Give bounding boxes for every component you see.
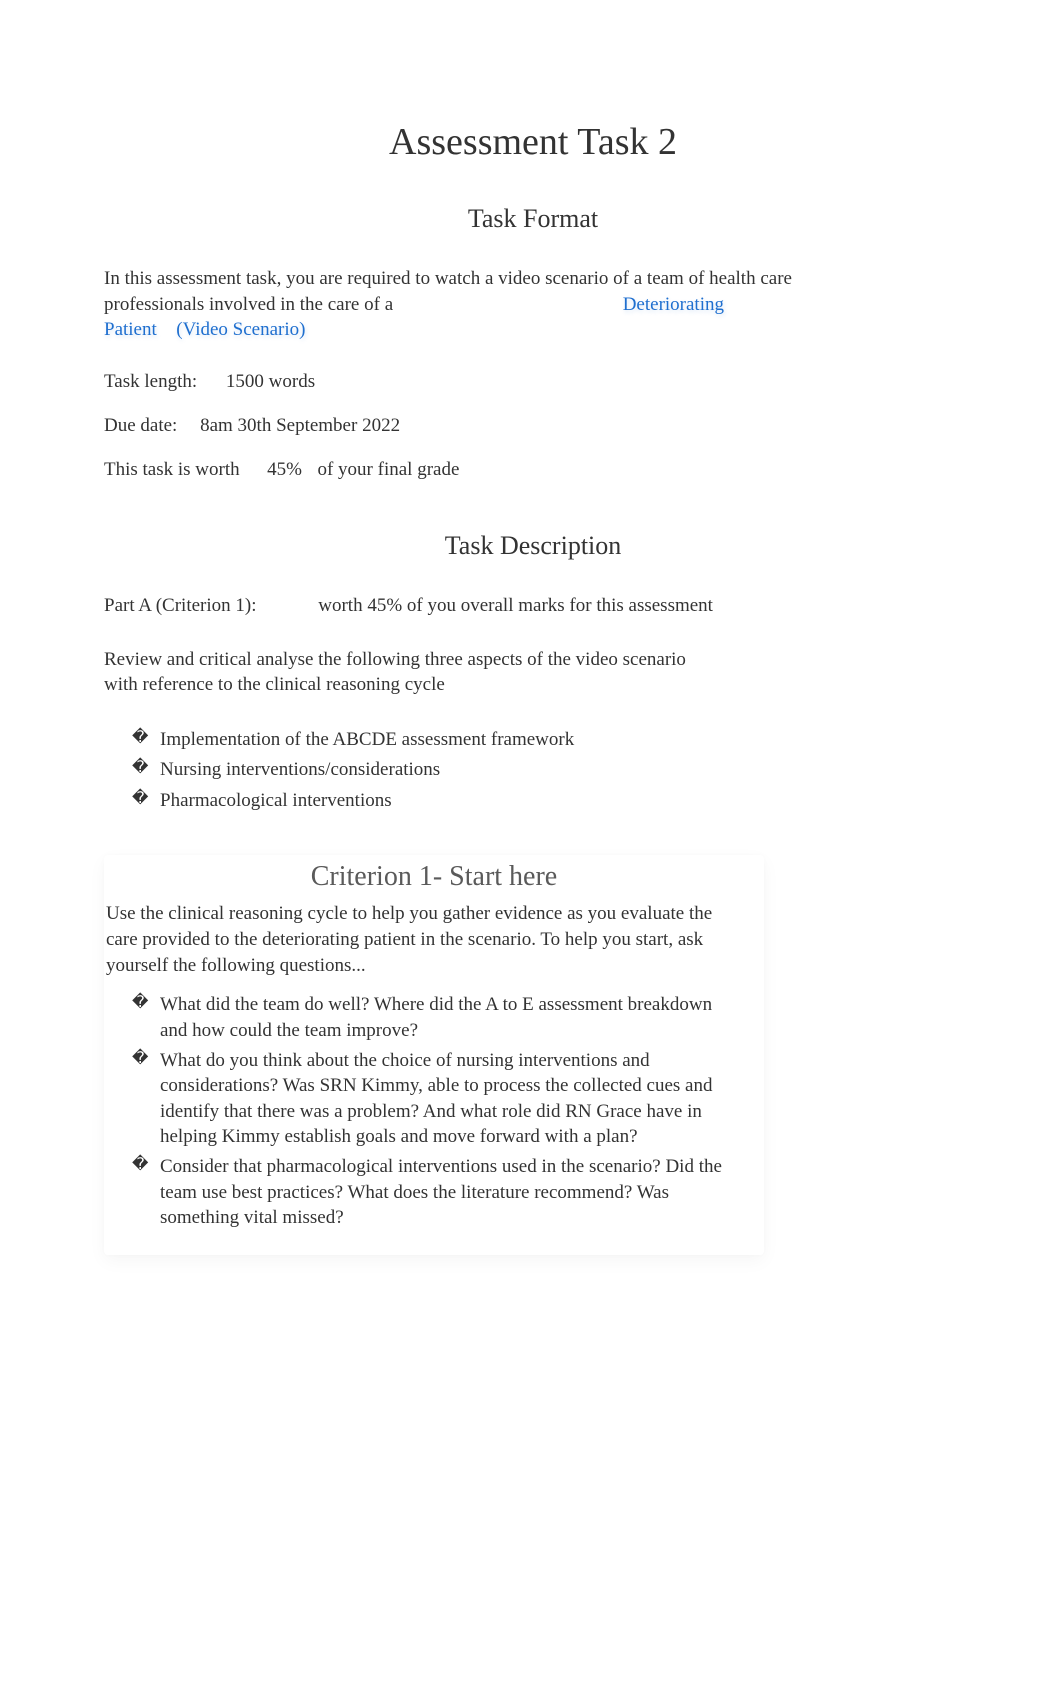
- criterion-1-heading: Criterion 1- Start here: [104, 861, 764, 893]
- weight-prefix: This task is worth: [104, 459, 244, 480]
- video-scenario-link[interactable]: (Video Scenario): [176, 319, 305, 340]
- list-item: Implementation of the ABCDE assessment f…: [132, 726, 714, 755]
- list-item: Consider that pharmacological interventi…: [132, 1154, 724, 1231]
- weight-suffix: of your final grade: [317, 459, 459, 480]
- task-format-intro: In this assessment task, you are require…: [104, 266, 874, 343]
- part-a-text: Part A (Criterion 1): worth 45% of you o…: [104, 593, 714, 619]
- deteriorating-link[interactable]: Deteriorating: [623, 292, 724, 318]
- due-date-value: 8am 30th September 2022: [200, 415, 400, 437]
- criterion-1-intro: Use the clinical reasoning cycle to help…: [104, 901, 724, 978]
- weight-value: 45%: [267, 459, 302, 480]
- task-length-row: Task length: 1500 words: [104, 371, 962, 393]
- task-length-label: Task length:: [104, 371, 197, 393]
- list-item: Pharmacological interventions: [132, 787, 714, 816]
- criterion-1-box: Criterion 1- Start here Use the clinical…: [104, 855, 764, 1255]
- due-date-label: Due date:: [104, 415, 177, 437]
- due-date-row: Due date: 8am 30th September 2022: [104, 415, 962, 437]
- task-format-heading: Task Format: [104, 204, 962, 234]
- part-a-line: Part A (Criterion 1): worth 45% of you o…: [104, 593, 714, 619]
- patient-link[interactable]: Patient: [104, 319, 157, 340]
- page-title: Assessment Task 2: [104, 120, 962, 164]
- review-line: Review and critical analyse the followin…: [104, 647, 714, 698]
- task-description-bullets: Implementation of the ABCDE assessment f…: [104, 726, 714, 816]
- review-text: Review and critical analyse the followin…: [104, 647, 714, 698]
- document-page: Assessment Task 2 Task Format In this as…: [0, 0, 1062, 1691]
- task-length-value: 1500 words: [226, 371, 315, 393]
- criterion-1-bullets: What did the team do well? Where did the…: [104, 992, 724, 1231]
- list-item: What did the team do well? Where did the…: [132, 992, 724, 1043]
- weight-row: This task is worth 45% of your final gra…: [104, 459, 962, 481]
- list-item: What do you think about the choice of nu…: [132, 1048, 724, 1151]
- list-item: Nursing interventions/considerations: [132, 756, 714, 785]
- task-description-heading: Task Description: [104, 531, 962, 561]
